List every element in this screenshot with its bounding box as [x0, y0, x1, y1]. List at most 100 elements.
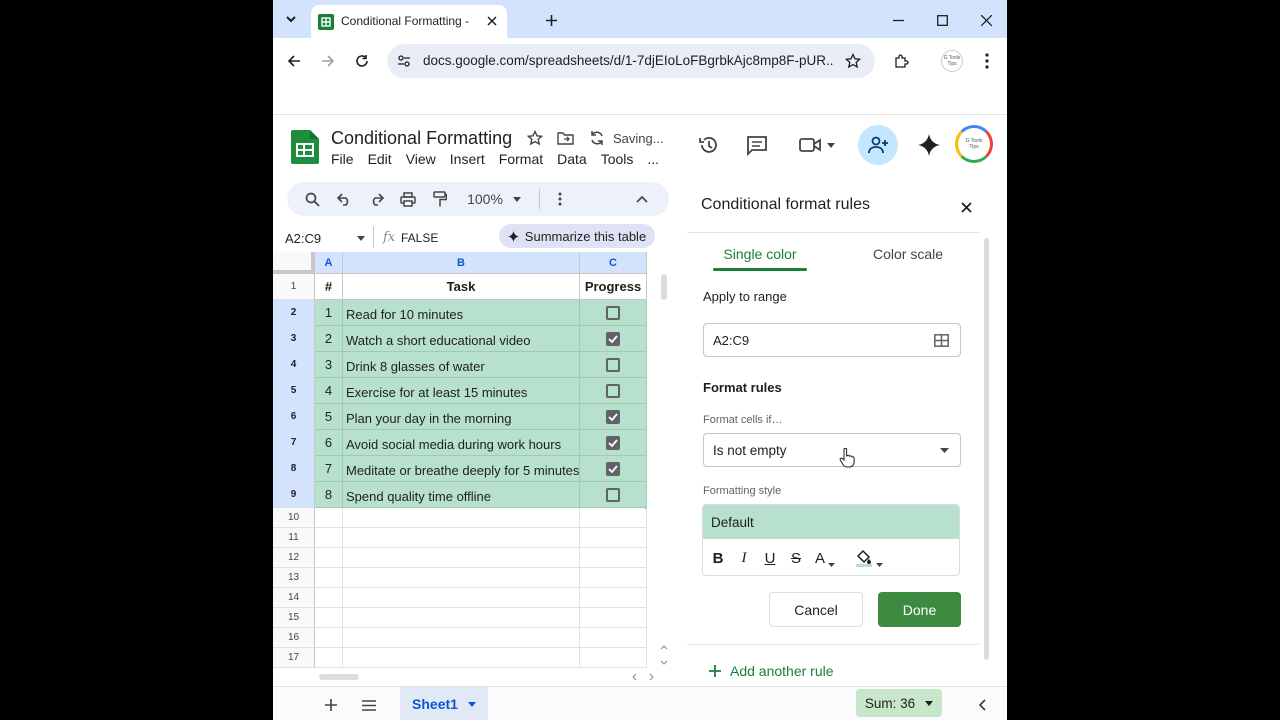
gemini-button[interactable]	[915, 131, 943, 159]
star-icon[interactable]	[527, 130, 543, 146]
row-header[interactable]: 10	[273, 508, 315, 528]
style-preview-dropdown[interactable]: Default	[703, 505, 959, 539]
summarize-table-button[interactable]: Summarize this table	[499, 224, 655, 248]
undo-button[interactable]	[331, 185, 357, 213]
minimize-button[interactable]	[886, 9, 910, 31]
range-input[interactable]: A2:C9	[703, 323, 961, 357]
table-row-number-cell[interactable]: 7	[315, 456, 343, 482]
zoom-select[interactable]: 100%	[459, 185, 529, 213]
table-row-progress-cell[interactable]	[580, 326, 647, 352]
side-panel-toggle-button[interactable]	[973, 695, 991, 715]
header-cell-number[interactable]: #	[315, 274, 343, 300]
checkbox-checked[interactable]	[606, 331, 620, 346]
more-tools-button[interactable]	[550, 185, 570, 213]
row-header[interactable]: 7	[273, 430, 315, 456]
table-row-progress-cell[interactable]	[580, 300, 647, 326]
scroll-thumb[interactable]	[319, 674, 359, 680]
table-row-progress-cell[interactable]	[580, 352, 647, 378]
checkbox-unchecked[interactable]	[606, 357, 620, 372]
empty-cell[interactable]	[580, 528, 647, 548]
sheet-tab-sheet1[interactable]: Sheet1	[400, 687, 488, 720]
tab-single-color[interactable]: Single color	[713, 246, 807, 272]
empty-cell[interactable]	[343, 588, 580, 608]
menu-tools[interactable]: Tools	[601, 151, 634, 167]
table-row-task-cell[interactable]: Avoid social media during work hours	[343, 430, 580, 456]
table-row-number-cell[interactable]: 1	[315, 300, 343, 326]
scroll-arrows-icon[interactable]	[631, 673, 655, 681]
checkbox-checked[interactable]	[606, 435, 620, 450]
reload-button[interactable]	[349, 48, 375, 74]
table-row-task-cell[interactable]: Plan your day in the morning	[343, 404, 580, 430]
checkbox-unchecked[interactable]	[606, 383, 620, 398]
move-folder-icon[interactable]	[557, 130, 574, 146]
empty-cell[interactable]	[315, 588, 343, 608]
menu-insert[interactable]: Insert	[450, 151, 485, 167]
formula-value[interactable]: FALSE	[401, 231, 438, 245]
empty-cell[interactable]	[580, 608, 647, 628]
condition-dropdown[interactable]: Is not empty	[703, 433, 961, 467]
empty-cell[interactable]	[315, 568, 343, 588]
row-header[interactable]: 17	[273, 648, 315, 668]
table-row-progress-cell[interactable]	[580, 456, 647, 482]
empty-cell[interactable]	[315, 548, 343, 568]
row-header[interactable]: 15	[273, 608, 315, 628]
new-tab-button[interactable]	[540, 9, 562, 31]
row-header[interactable]: 11	[273, 528, 315, 548]
site-info-icon[interactable]	[397, 54, 411, 68]
table-row-progress-cell[interactable]	[580, 378, 647, 404]
table-row-number-cell[interactable]: 8	[315, 482, 343, 508]
empty-cell[interactable]	[343, 568, 580, 588]
empty-cell[interactable]	[343, 528, 580, 548]
star-icon[interactable]	[845, 53, 861, 69]
table-row-task-cell[interactable]: Spend quality time offline	[343, 482, 580, 508]
row-header[interactable]: 5	[273, 378, 315, 404]
empty-cell[interactable]	[580, 588, 647, 608]
document-title[interactable]: Conditional Formatting	[331, 128, 512, 149]
empty-cell[interactable]	[343, 508, 580, 528]
table-row-task-cell[interactable]: Exercise for at least 15 minutes	[343, 378, 580, 404]
add-sheet-button[interactable]	[321, 695, 341, 715]
empty-cell[interactable]	[580, 628, 647, 648]
row-header[interactable]: 4	[273, 352, 315, 378]
hide-menus-button[interactable]	[629, 185, 655, 213]
forward-button[interactable]	[315, 48, 341, 74]
column-header-b[interactable]: B	[343, 252, 580, 274]
cancel-button[interactable]: Cancel	[769, 592, 863, 627]
print-button[interactable]	[395, 185, 421, 213]
window-close-button[interactable]	[974, 9, 998, 31]
table-row-task-cell[interactable]: Watch a short educational video	[343, 326, 580, 352]
spreadsheet-grid[interactable]: A B C # Task Progress 1 2 3 4 5 6 7 8 9 10 11 12 13 1…	[273, 252, 647, 670]
empty-cell[interactable]	[315, 508, 343, 528]
menu-edit[interactable]: Edit	[368, 151, 392, 167]
add-another-rule-button[interactable]: Add another rule	[709, 663, 834, 679]
menu-more[interactable]: ...	[647, 151, 659, 167]
row-header[interactable]: 1	[273, 274, 315, 300]
column-header-a[interactable]: A	[315, 252, 343, 274]
row-header[interactable]: 12	[273, 548, 315, 568]
meet-button[interactable]	[795, 131, 839, 159]
fill-color-button[interactable]	[855, 549, 884, 567]
sum-indicator[interactable]: Sum: 36	[856, 689, 942, 717]
select-range-icon[interactable]	[934, 334, 949, 347]
table-row-number-cell[interactable]: 4	[315, 378, 343, 404]
extensions-button[interactable]	[889, 48, 915, 74]
table-row-progress-cell[interactable]	[580, 430, 647, 456]
empty-cell[interactable]	[315, 608, 343, 628]
empty-cell[interactable]	[315, 648, 343, 668]
row-header[interactable]: 3	[273, 326, 315, 352]
search-menus-button[interactable]	[299, 185, 325, 213]
paint-format-button[interactable]	[427, 185, 453, 213]
tab-close-button[interactable]	[483, 12, 501, 30]
grid-horizontal-scrollbar[interactable]	[315, 672, 659, 682]
checkbox-checked[interactable]	[606, 409, 620, 424]
empty-cell[interactable]	[580, 648, 647, 668]
menu-file[interactable]: File	[331, 151, 354, 167]
strikethrough-button[interactable]: S	[789, 550, 803, 567]
table-row-progress-cell[interactable]	[580, 482, 647, 508]
table-row-task-cell[interactable]: Read for 10 minutes	[343, 300, 580, 326]
address-bar[interactable]: docs.google.com/spreadsheets/d/1-7djEIoL…	[387, 44, 875, 78]
table-row-progress-cell[interactable]	[580, 404, 647, 430]
browser-tab[interactable]: Conditional Formatting - Google Sheets	[311, 5, 507, 38]
sheets-logo-icon[interactable]	[291, 130, 319, 164]
share-button[interactable]	[858, 125, 898, 165]
